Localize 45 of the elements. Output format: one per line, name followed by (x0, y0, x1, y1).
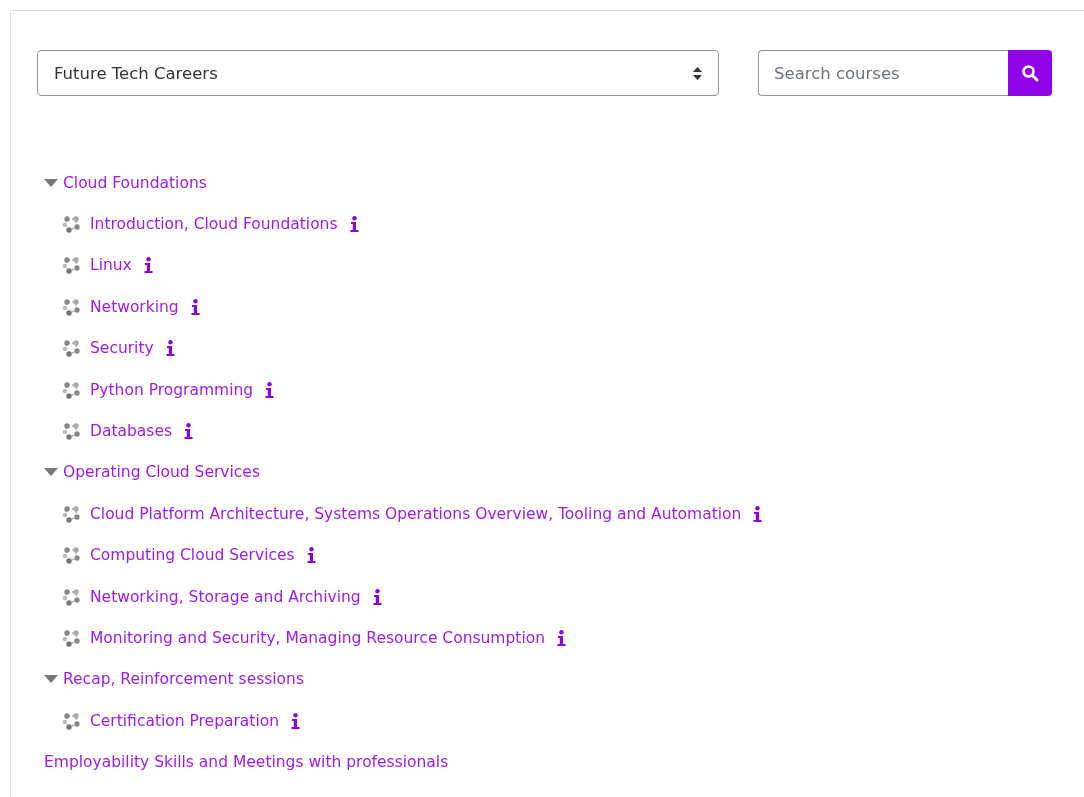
course-icon (62, 215, 81, 234)
course-icon (62, 504, 81, 523)
course-link[interactable]: Monitoring and Security, Managing Resource Consumption (90, 629, 545, 647)
info-icon[interactable] (349, 216, 359, 233)
info-icon[interactable] (753, 505, 763, 522)
course-icon (62, 711, 81, 730)
search-field[interactable]: Search courses (758, 50, 1008, 96)
course-icon (62, 380, 81, 399)
search-button[interactable] (1008, 50, 1052, 96)
course-icon (62, 629, 81, 647)
course-icon (62, 297, 81, 316)
info-icon[interactable] (184, 423, 194, 440)
course-link[interactable]: Introduction, Cloud Foundations (90, 215, 338, 234)
info-icon[interactable] (190, 298, 200, 315)
course-link[interactable]: Networking, Storage and Archiving (90, 587, 361, 606)
course-link[interactable]: Cloud Platform Architecture, Systems Operations Overview, Tooling and Automation (90, 504, 742, 523)
info-icon[interactable] (291, 712, 301, 729)
course-link[interactable]: Linux (90, 256, 132, 275)
course-link[interactable]: Python Programming (90, 380, 254, 399)
course-icon (62, 422, 81, 441)
info-icon[interactable] (306, 547, 316, 564)
course-link[interactable]: Databases (90, 422, 173, 441)
course-link[interactable]: Computing Cloud Services (90, 546, 295, 565)
category-select[interactable]: Future Tech Careers (37, 50, 719, 96)
category-link[interactable]: Operating Cloud Services (63, 463, 260, 482)
course-link[interactable]: Security (90, 339, 154, 358)
info-icon[interactable] (165, 340, 175, 357)
sort-icon (693, 66, 702, 80)
search-icon (1021, 64, 1039, 82)
info-icon[interactable] (143, 257, 153, 274)
course-icon (62, 587, 81, 606)
caret-icon[interactable] (44, 468, 58, 477)
info-icon[interactable] (557, 630, 566, 646)
caret-icon[interactable] (44, 675, 58, 684)
course-link[interactable]: Certification Preparation (90, 711, 280, 730)
info-icon[interactable] (372, 588, 382, 605)
category-link[interactable]: Cloud Foundations (63, 173, 207, 192)
course-icon (62, 256, 81, 275)
category-link[interactable]: Recap, Reinforcement sessions (63, 670, 304, 689)
course-icon (62, 339, 81, 358)
info-icon[interactable] (265, 381, 275, 398)
course-icon (62, 546, 81, 565)
course-link[interactable]: Networking (90, 297, 179, 316)
category-link[interactable]: Employability Skills and Meetings with professionals (44, 753, 449, 772)
caret-icon[interactable] (44, 178, 58, 187)
